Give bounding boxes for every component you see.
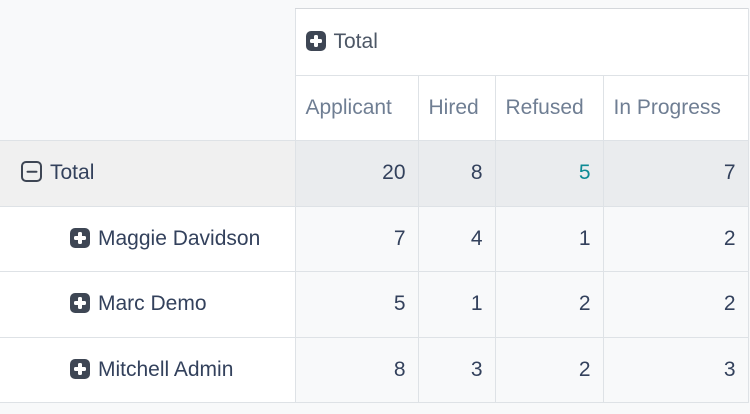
pivot-cell-maggie-hired[interactable]: 4	[418, 206, 495, 272]
pivot-cell-maggie-applicant[interactable]: 7	[295, 206, 418, 272]
row-header-maggie-davidson[interactable]: Maggie Davidson	[0, 206, 295, 272]
column-group-header-total[interactable]: Total	[295, 9, 748, 76]
pivot-row-marc-demo: Marc Demo 5 1 2 2	[0, 272, 748, 338]
expand-plus-icon	[306, 31, 326, 51]
row-header-marc-demo[interactable]: Marc Demo	[0, 272, 295, 338]
pivot-cell-mitchell-refused[interactable]: 2	[495, 337, 603, 403]
row-label: Mitchell Admin	[98, 358, 233, 381]
expand-plus-icon	[70, 228, 90, 248]
pivot-row-mitchell-admin: Mitchell Admin 8 3 2 3	[0, 337, 748, 403]
row-header-total[interactable]: Total	[0, 141, 295, 207]
pivot-row-maggie-davidson: Maggie Davidson 7 4 1 2	[0, 206, 748, 272]
measure-header-applicant[interactable]: Applicant	[295, 76, 418, 141]
pivot-cell-marc-in-progress[interactable]: 2	[603, 272, 748, 338]
pivot-cell-mitchell-hired[interactable]: 3	[418, 337, 495, 403]
pivot-cell-total-in-progress[interactable]: 7	[603, 141, 748, 207]
measure-header-row: Applicant Hired Refused In Progress	[0, 76, 748, 141]
corner-cell	[0, 76, 295, 141]
pivot-cell-total-applicant[interactable]: 20	[295, 141, 418, 207]
pivot-cell-maggie-in-progress[interactable]: 2	[603, 206, 748, 272]
corner-cell	[0, 9, 295, 76]
pivot-cell-marc-refused[interactable]: 2	[495, 272, 603, 338]
pivot-table: Total Applicant Hired Refused In Progres…	[0, 8, 749, 403]
pivot-cell-marc-hired[interactable]: 1	[418, 272, 495, 338]
expand-plus-icon	[70, 359, 90, 379]
pivot-cell-marc-applicant[interactable]: 5	[295, 272, 418, 338]
pivot-cell-total-hired[interactable]: 8	[418, 141, 495, 207]
row-label: Total	[50, 161, 94, 184]
row-label: Maggie Davidson	[98, 227, 260, 250]
pivot-row-total: Total 20 8 5 7	[0, 141, 748, 207]
expand-plus-icon	[70, 293, 90, 313]
row-header-mitchell-admin[interactable]: Mitchell Admin	[0, 337, 295, 403]
pivot-cell-maggie-refused[interactable]: 1	[495, 206, 603, 272]
measure-header-in-progress[interactable]: In Progress	[603, 76, 748, 141]
collapse-minus-icon	[21, 161, 42, 182]
pivot-cell-mitchell-in-progress[interactable]: 3	[603, 337, 748, 403]
pivot-cell-mitchell-applicant[interactable]: 8	[295, 337, 418, 403]
measure-header-hired[interactable]: Hired	[418, 76, 495, 141]
pivot-cell-total-refused[interactable]: 5	[495, 141, 603, 207]
column-group-label: Total	[334, 30, 378, 53]
column-group-row: Total	[0, 9, 748, 76]
row-label: Marc Demo	[98, 292, 207, 315]
measure-header-refused[interactable]: Refused	[495, 76, 603, 141]
